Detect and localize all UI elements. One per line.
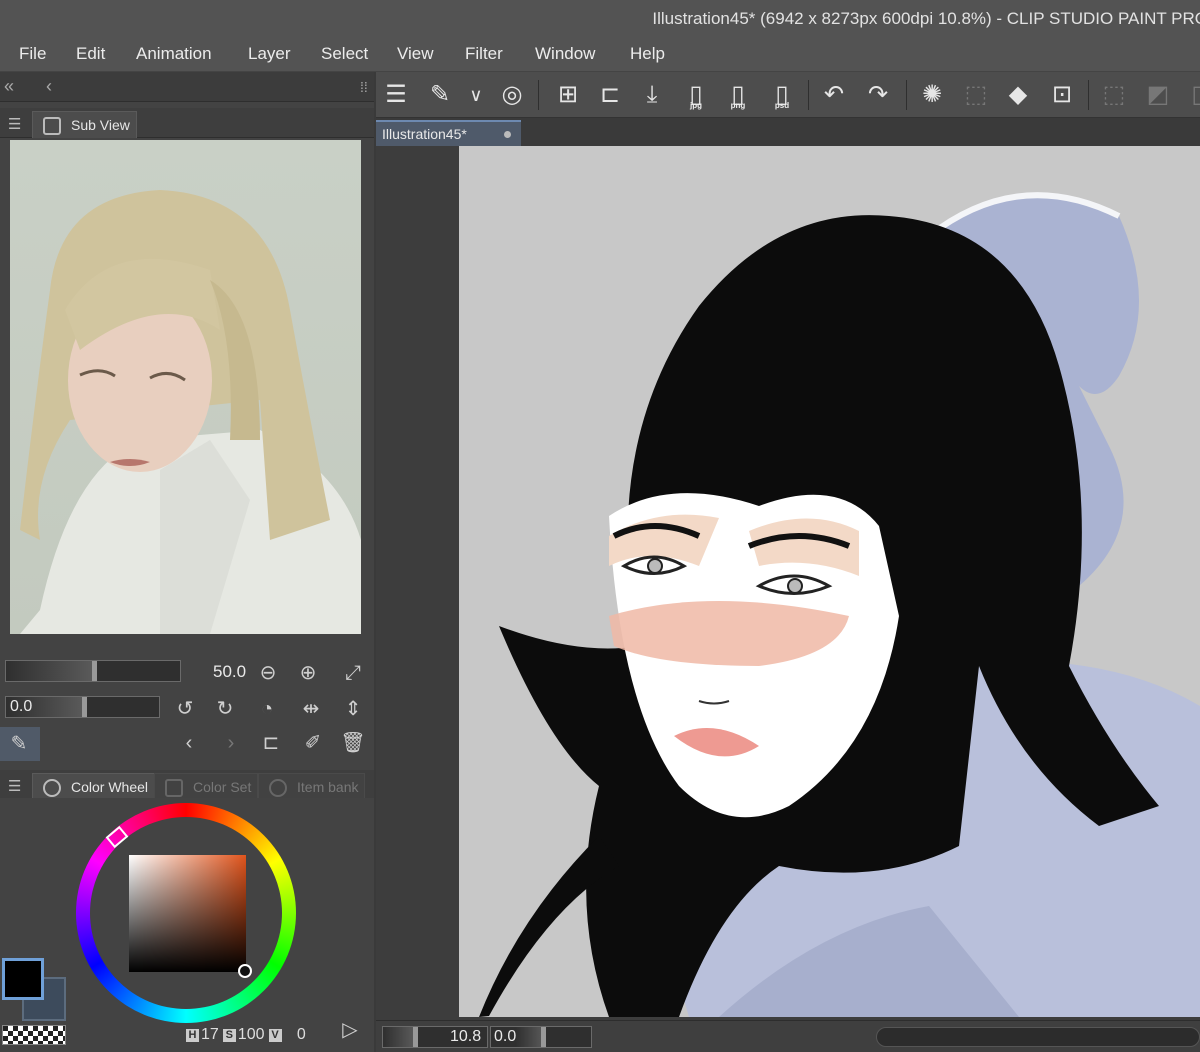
menu-filter[interactable]: Filter — [465, 44, 503, 64]
sub-view-icon — [43, 117, 61, 135]
tab-color-wheel[interactable]: Color Wheel — [32, 773, 156, 800]
tab-sub-view-label: Sub View — [71, 117, 130, 133]
canvas-status-bar: 10.8 0.0 — [376, 1020, 1200, 1052]
hsv-readout: H 17 S 100 V 0 — [182, 1026, 306, 1044]
menu-select[interactable]: Select — [321, 44, 368, 64]
select-all-icon[interactable]: ⬚ — [960, 79, 992, 111]
canvas-zoom-value: 10.8 — [450, 1028, 482, 1045]
menu-bar: File Edit Animation Layer Select View Fi… — [0, 36, 1200, 72]
open-folder-icon[interactable]: ⊏ — [594, 79, 626, 111]
menu-edit[interactable]: Edit — [76, 44, 105, 64]
v-label: V — [268, 1029, 282, 1042]
canvas-rotate-value: 0.0 — [494, 1028, 517, 1045]
play-circle-icon[interactable]: ▷ — [337, 1017, 363, 1043]
menu-file[interactable]: File — [19, 44, 46, 64]
saturation-value-square[interactable] — [129, 855, 246, 972]
canvas-rotate-knob[interactable] — [541, 1027, 546, 1047]
s-label: S — [222, 1029, 236, 1042]
save-icon[interactable]: ⤓ — [636, 79, 668, 111]
panel-menu-icon[interactable]: ☰ — [8, 115, 21, 133]
menu-animation[interactable]: Animation — [136, 44, 212, 64]
import-image-icon[interactable]: ⊏ — [258, 730, 284, 756]
tab-color-set-label: Color Set — [193, 779, 252, 795]
subview-zoom-value: 50.0 — [213, 662, 247, 681]
loading-icon[interactable]: ✺ — [916, 79, 948, 111]
reset-rotation-icon[interactable]: ◔ — [254, 696, 280, 722]
eyedropper-button[interactable]: ✎ — [0, 727, 40, 761]
redo-icon[interactable]: ↷ — [862, 79, 894, 111]
transform-icon[interactable]: ⊡ — [1046, 79, 1078, 111]
reference-photo-drawing — [20, 190, 361, 634]
rotate-slider-knob[interactable] — [82, 697, 87, 717]
color-panel-menu-icon[interactable]: ☰ — [8, 777, 21, 795]
eyedropper-icon: ✎ — [10, 733, 28, 755]
tab-item-bank[interactable]: Item bank — [258, 773, 366, 800]
fill-icon[interactable]: ◆ — [1002, 79, 1034, 111]
tab-color-set[interactable]: Color Set — [154, 773, 259, 800]
export-png-icon[interactable]: ▯ png — [722, 79, 754, 111]
menu-window[interactable]: Window — [535, 44, 595, 64]
tab-color-wheel-label: Color Wheel — [71, 779, 149, 795]
title-bar: Illustration45* (6942 x 8273px 600dpi 10… — [0, 0, 1200, 36]
previous-image-icon[interactable]: ‹ — [176, 730, 202, 756]
zoom-out-icon[interactable]: ⊖ — [255, 660, 281, 686]
color-set-icon — [165, 779, 183, 797]
color-tab-row: ☰ Color Wheel Color Set Item bank — [0, 770, 374, 800]
export-jpg-icon[interactable]: ▯ jpg — [680, 79, 712, 111]
v-value: 0 — [296, 1026, 306, 1043]
rotate-left-icon[interactable]: ↺ — [172, 696, 198, 722]
canvas-icon[interactable]: ✎ — [424, 79, 456, 111]
undo-icon[interactable]: ↶ — [818, 79, 850, 111]
cloud-icon[interactable]: ◎ — [496, 79, 528, 111]
horizontal-scrollbar[interactable] — [876, 1027, 1200, 1047]
flip-horizontal-icon[interactable]: ⇹ — [298, 696, 324, 722]
modified-dot-icon[interactable] — [504, 131, 511, 138]
subview-zoom-slider[interactable] — [5, 660, 181, 682]
menu-help[interactable]: Help — [630, 44, 665, 64]
item-bank-icon — [269, 779, 287, 797]
menu-view[interactable]: View — [397, 44, 434, 64]
h-label: H — [186, 1029, 199, 1042]
chevron-down-icon[interactable]: ∨ — [460, 79, 492, 111]
drawing-canvas[interactable] — [459, 146, 1200, 1017]
transparent-color-swatch[interactable] — [2, 1025, 66, 1045]
subview-rotate-value: 0.0 — [10, 698, 33, 715]
flip-vertical-icon[interactable]: ⇕ — [340, 696, 366, 722]
menu-layer[interactable]: Layer — [248, 44, 291, 64]
command-bar: ☰ ✎ ∨ ◎ ⊞ ⊏ ⤓ ▯ jpg ▯ png ▯ psd ↶ ↷ ✺ ⬚ ◆ ⊡… — [376, 72, 1200, 118]
new-file-icon[interactable]: ⊞ — [552, 79, 584, 111]
grip-icon[interactable]: ⁞⁞ — [360, 79, 368, 95]
tab-sub-view[interactable]: Sub View — [32, 111, 137, 138]
panel-dock-header: « ‹ ⁞⁞ — [0, 72, 374, 102]
document-tab-bar: Illustration45* — [376, 118, 1200, 146]
reference-image[interactable] — [10, 140, 361, 634]
selection-edge-icon[interactable]: ◩ — [1142, 79, 1174, 111]
zoom-slider-knob[interactable] — [92, 661, 97, 681]
canvas-zoom-knob[interactable] — [413, 1027, 418, 1047]
window-title: Illustration45* (6942 x 8273px 600dpi 10… — [652, 9, 1200, 28]
next-image-icon[interactable]: › — [218, 730, 244, 756]
zoom-in-icon[interactable]: ⊕ — [295, 660, 321, 686]
illustration-artwork — [479, 192, 1200, 1017]
edit-image-icon[interactable]: ✐ — [300, 730, 326, 756]
delete-image-icon[interactable]: 🗑 — [340, 730, 366, 756]
tab-item-bank-label: Item bank — [297, 779, 359, 795]
subview-tab-row: ☰ Sub View — [0, 108, 374, 138]
chevron-left-icon[interactable]: ‹ — [46, 76, 52, 97]
sv-cursor[interactable] — [238, 964, 252, 978]
document-tab-label: Illustration45* — [382, 126, 467, 142]
menu-icon[interactable]: ☰ — [380, 79, 412, 111]
hide-selection-icon[interactable]: ⬚ — [1098, 79, 1130, 111]
tab-illustration45[interactable]: Illustration45* — [376, 120, 521, 146]
color-wheel-icon — [43, 779, 61, 797]
export-psd-icon[interactable]: ▯ psd — [766, 79, 798, 111]
fit-to-window-icon[interactable]: ⤢ — [340, 660, 366, 686]
collapse-double-chevron-icon[interactable]: « — [4, 76, 14, 97]
s-value: 100 — [237, 1026, 265, 1043]
more-icon[interactable]: ▯ — [1182, 79, 1200, 111]
h-value: 17 — [201, 1026, 219, 1043]
main-color-swatch[interactable] — [2, 958, 44, 1000]
rotate-right-icon[interactable]: ↻ — [212, 696, 238, 722]
